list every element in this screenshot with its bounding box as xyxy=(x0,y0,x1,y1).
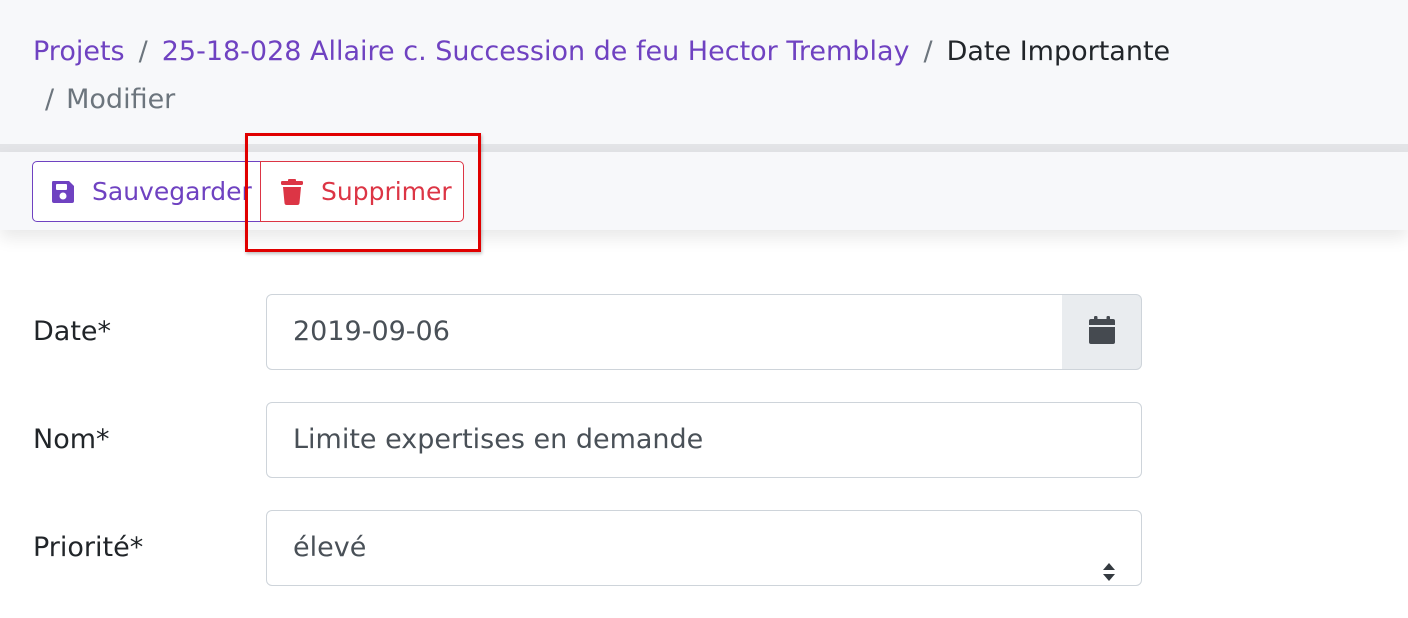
save-button-label: Sauvegarder xyxy=(92,177,252,206)
form-row-date: Date* 2019-09-06 xyxy=(0,294,1408,370)
delete-button-label: Supprimer xyxy=(321,177,452,206)
action-toolbar: Sauvegarder Supprimer xyxy=(0,152,1408,230)
breadcrumb-separator: / xyxy=(923,36,933,67)
priorite-selected-value: élevé xyxy=(293,532,367,563)
trash-icon xyxy=(278,178,306,206)
date-label: Date* xyxy=(33,316,112,347)
select-arrows-icon xyxy=(1101,538,1117,581)
date-picker-button[interactable] xyxy=(1062,294,1142,370)
breadcrumb-link-projets[interactable]: Projets xyxy=(33,36,125,67)
page-header: Projets / 25-18-028 Allaire c. Succession … xyxy=(0,0,1408,146)
breadcrumb-item-modifier: Modifier xyxy=(66,84,176,115)
priorite-label: Priorité* xyxy=(33,532,144,563)
form-row-priorite: Priorité* élevé xyxy=(0,510,1408,586)
nom-input[interactable]: Limite expertises en demande xyxy=(266,402,1142,478)
calendar-icon xyxy=(1088,315,1116,349)
save-button[interactable]: Sauvegarder xyxy=(32,161,262,222)
nom-label: Nom* xyxy=(33,424,110,455)
breadcrumb: Projets / 25-18-028 Allaire c. Succession … xyxy=(33,28,1353,124)
form-row-nom: Nom* Limite expertises en demande xyxy=(0,402,1408,478)
breadcrumb-separator: / xyxy=(45,84,55,115)
breadcrumb-item-date-importante: Date Importante xyxy=(946,36,1171,67)
breadcrumb-link-project[interactable]: 25-18-028 Allaire c. Succession de feu H… xyxy=(162,36,910,67)
priorite-select[interactable]: élevé xyxy=(266,510,1142,586)
date-input[interactable]: 2019-09-06 xyxy=(266,294,1063,370)
header-divider xyxy=(0,144,1408,152)
floppy-disk-icon xyxy=(49,178,77,206)
delete-button[interactable]: Supprimer xyxy=(260,161,464,222)
breadcrumb-separator: / xyxy=(138,36,148,67)
